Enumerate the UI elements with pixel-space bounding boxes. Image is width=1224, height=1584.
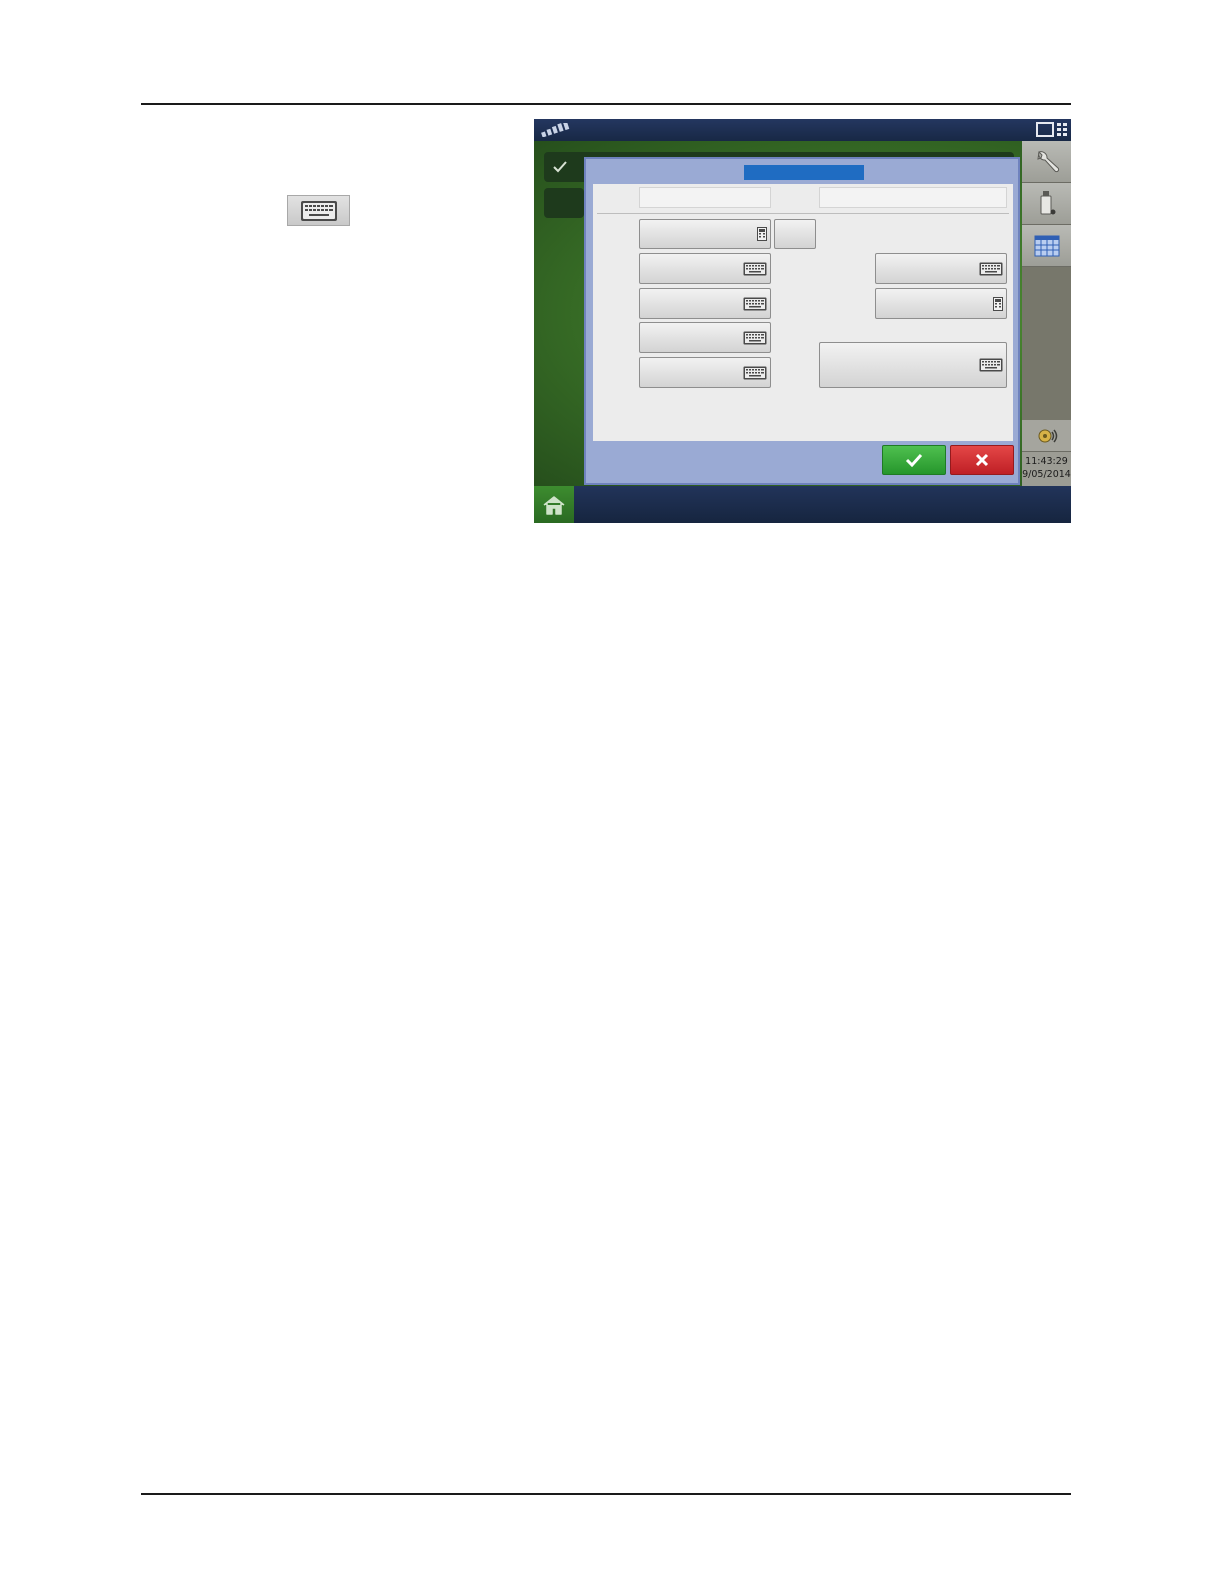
bottom-bar <box>534 486 1071 523</box>
keyboard-button-sample <box>287 195 350 226</box>
edit-dialog <box>584 157 1020 485</box>
check-icon <box>905 453 923 467</box>
sidebar-button-data[interactable] <box>1022 225 1071 267</box>
close-x-icon <box>975 453 989 467</box>
top-status-bar <box>534 119 1071 141</box>
cancel-button[interactable] <box>950 445 1014 475</box>
keyboard-icon <box>743 297 767 310</box>
dialog-title-bar <box>744 165 864 180</box>
clock-time: 11:43:29 <box>1025 456 1068 467</box>
gps-signal-icon <box>541 123 570 137</box>
calculator-icon <box>757 227 767 241</box>
home-icon <box>543 495 565 515</box>
ok-button[interactable] <box>882 445 946 475</box>
dialog-content <box>593 184 1013 441</box>
keyboard-icon <box>743 366 767 379</box>
keyboard-icon <box>979 262 1003 275</box>
footer-rule <box>141 1493 1071 1495</box>
home-button[interactable] <box>534 486 574 523</box>
check-icon <box>553 161 567 173</box>
header-divider <box>597 213 1009 214</box>
right-sidebar: 11:43:29 9/05/2014 <box>1022 141 1071 486</box>
text-field-right-1[interactable] <box>875 253 1007 284</box>
keyboard-icon <box>743 262 767 275</box>
header-rule <box>141 103 1071 105</box>
text-field-left-5[interactable] <box>639 357 771 388</box>
numeric-field-left-1[interactable] <box>639 219 771 249</box>
small-button[interactable] <box>774 219 816 249</box>
keyboard-icon <box>300 200 337 221</box>
grid-table-icon <box>1034 235 1059 256</box>
text-field-left-3[interactable] <box>639 288 771 319</box>
wrench-icon <box>1036 150 1059 172</box>
text-field-left-4[interactable] <box>639 322 771 353</box>
calculator-icon <box>993 296 1003 311</box>
layout-toggle-icon[interactable] <box>1036 122 1068 138</box>
text-field-left-2[interactable] <box>639 253 771 284</box>
clock-panel: 11:43:29 9/05/2014 <box>1022 452 1071 486</box>
keyboard-icon <box>979 358 1003 372</box>
column-header-right <box>819 187 1007 208</box>
numeric-field-right-2[interactable] <box>875 288 1007 319</box>
column-header-left <box>639 187 771 208</box>
usb-drive-icon <box>1040 190 1055 214</box>
sidebar-button-settings[interactable] <box>1022 420 1071 452</box>
sidebar-button-tools[interactable] <box>1022 141 1071 183</box>
keyboard-icon <box>743 331 767 344</box>
background-card-2 <box>544 188 584 218</box>
text-area-right[interactable] <box>819 342 1007 388</box>
display-screenshot: 11:43:29 9/05/2014 <box>534 119 1071 523</box>
clock-date: 9/05/2014 <box>1022 469 1071 480</box>
settings-lights-icon <box>1038 429 1057 442</box>
sidebar-button-usb[interactable] <box>1022 183 1071 225</box>
